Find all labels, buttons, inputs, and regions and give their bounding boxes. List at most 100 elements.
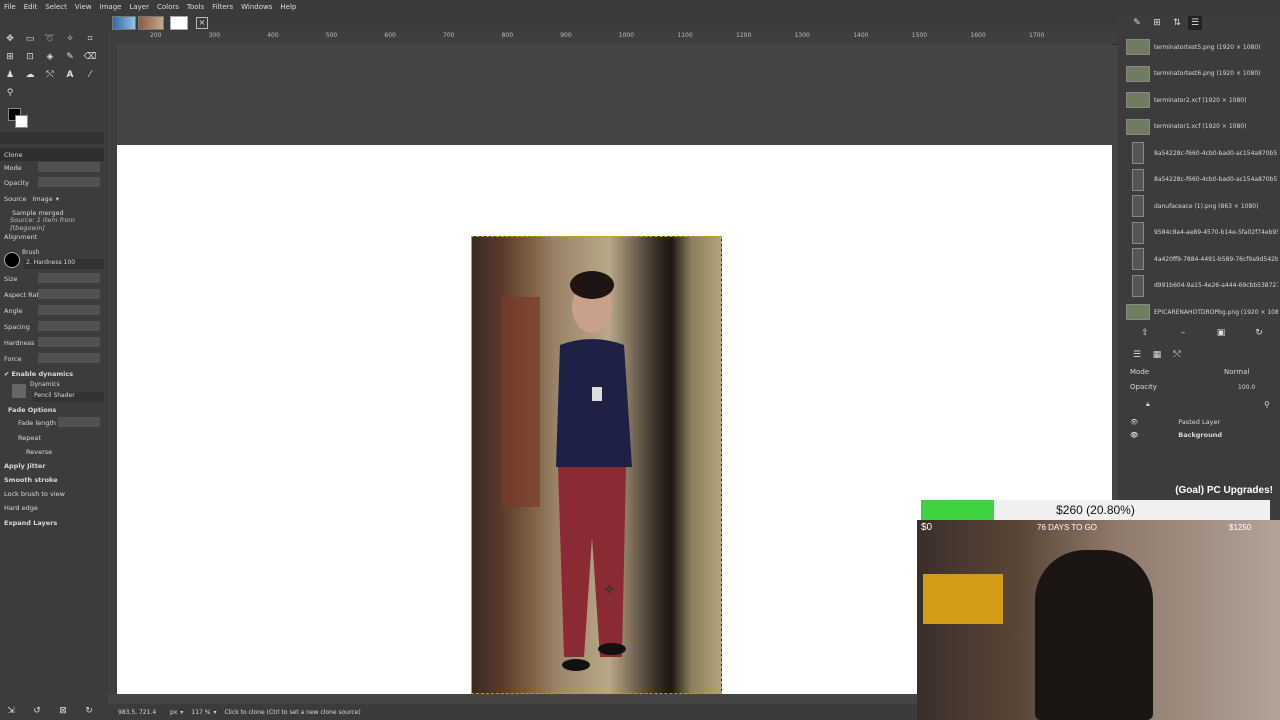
image-list-item[interactable]: danufaceace (1).png (863 × 1080) [1126,193,1278,219]
pattern-tab-icon[interactable]: ⊞ [1150,16,1164,30]
pasted-photo-layer[interactable] [471,236,722,694]
paths-tab-icon[interactable]: ⤲ [1170,348,1184,362]
aspect-row[interactable]: Aspect Ratio [0,288,104,301]
open-image-icon[interactable]: ⇧ [1138,326,1152,340]
clone-stamp-icon[interactable]: ♟ [3,68,17,82]
fade-length-row[interactable]: Fade length [14,416,104,429]
lasso-icon[interactable]: ➰ [43,32,57,46]
vertical-ruler[interactable] [108,44,117,694]
lock-brush-row[interactable]: Lock brush to view [0,487,104,500]
refresh-icon[interactable]: ↻ [1252,326,1266,340]
chevron-down-icon[interactable]: ▾ [177,709,191,716]
paths-icon[interactable]: ⤲ [43,68,57,82]
eye-icon[interactable]: 👁︎ [1130,418,1138,426]
bucket-fill-icon[interactable]: ◈ [43,50,57,64]
close-icon[interactable]: × [196,17,208,29]
image-list-item[interactable]: 9584c8a4-ae89-4570-b14e-5fa02f74eb95 [1126,220,1278,246]
search-icon[interactable]: ⚲ [1264,400,1270,409]
menu-item-filters[interactable]: Filters [208,3,237,11]
apply-jitter-row[interactable]: Apply Jitter [0,459,104,472]
warp-icon[interactable]: ⊡ [23,50,37,64]
image-list-item[interactable]: 8a54228c-f660-4cb0-bad0-ac154a870b5 [1126,140,1278,166]
channels-tab-icon[interactable]: ▦ [1150,348,1164,362]
eye-icon[interactable]: 👁︎ [1130,431,1138,439]
menu-item-image[interactable]: Image [96,3,126,11]
layer-row[interactable]: 👁︎ Pasted Layer [1130,416,1220,428]
create-display-icon[interactable]: ▣ [1214,326,1228,340]
hardness-slider[interactable] [38,337,100,347]
image-tab-thumb[interactable] [112,16,136,30]
image-tab-thumb[interactable] [138,16,164,30]
force-row[interactable]: Force [0,352,104,365]
image-list-item[interactable]: 4a420ff9-7884-4491-b589-76cf9a9d542b [1126,246,1278,272]
image-list-item[interactable]: terminatortest5.png (1920 × 1080) [1126,34,1278,60]
crop-icon[interactable]: ⌗ [83,32,97,46]
smudge-icon[interactable]: ☁ [23,68,37,82]
layer-name[interactable]: Background [1138,431,1222,439]
image-list-item[interactable]: terminator2.xcf (1920 × 1080) [1126,87,1278,113]
menu-item-help[interactable]: Help [276,3,300,11]
image-list-item[interactable]: terminator1.xcf (1920 × 1080) [1126,114,1278,140]
alignment-row[interactable]: Alignment [0,230,104,243]
text-tool-icon[interactable]: A [63,68,77,82]
smooth-stroke-checkbox[interactable]: Smooth stroke [0,476,58,484]
hardness-row[interactable]: Hardness [0,336,104,349]
size-slider[interactable] [38,273,100,283]
save-preset-icon[interactable]: ⇲ [4,704,18,718]
image-list-item[interactable]: EPICARENAHOTDROPbg.png (1920 × 1080 [1126,299,1278,325]
hard-edge-checkbox[interactable]: Hard edge [0,504,38,512]
fonts-tab-icon[interactable]: ⇅ [1170,16,1184,30]
mode-dropdown[interactable] [38,162,100,172]
size-row[interactable]: Size [0,272,104,285]
enable-dynamics-row[interactable]: ✔ Enable dynamics [0,367,104,380]
bg-color-swatch[interactable] [15,115,28,128]
unit-select[interactable]: px [168,709,177,716]
delete-preset-icon[interactable]: ⊠ [56,704,70,718]
color-picker-icon[interactable]: ⁄ [83,68,97,82]
hard-edge-row[interactable]: Hard edge [0,501,104,514]
expand-layers-row[interactable]: Expand Layers [0,516,104,529]
menu-item-tools[interactable]: Tools [183,3,208,11]
fade-length-slider[interactable] [58,417,100,427]
source-row[interactable]: Source Image ▾ [0,192,104,205]
image-list-item[interactable]: terminatortest6.png (1920 × 1080) [1126,61,1278,87]
lock-brush-checkbox[interactable]: Lock brush to view [0,490,65,498]
checkmark-icon[interactable]: ✔ [0,370,9,378]
repeat-row[interactable]: Repeat [14,431,118,444]
mode-row[interactable]: Mode [0,161,104,174]
brush-preview[interactable] [4,252,20,268]
opacity-slider[interactable] [38,177,100,187]
menu-item-layer[interactable]: Layer [125,3,153,11]
images-tab-icon[interactable]: ☰ [1188,16,1202,30]
layer-row[interactable]: 👁︎ Background [1130,429,1222,441]
chevron-down-icon[interactable]: ▾ [210,709,224,716]
reverse-checkbox[interactable]: Reverse [22,448,52,456]
chevron-down-icon[interactable]: ▾ [53,195,59,203]
spacing-row[interactable]: Spacing [0,320,104,333]
angle-slider[interactable] [38,305,100,315]
reset-icon[interactable]: ↻ [82,704,96,718]
image-list-item[interactable]: 8a54228c-f660-4cb0-bad0-ac154a870b57 [1126,167,1278,193]
fuzzy-select-icon[interactable]: ✧ [63,32,77,46]
angle-row[interactable]: Angle [0,304,104,317]
menu-item-edit[interactable]: Edit [20,3,42,11]
lock-icon[interactable]: 🔒︎ [1146,400,1150,409]
restore-preset-icon[interactable]: ↺ [30,704,44,718]
zoom-icon[interactable]: ⚲ [3,86,17,100]
force-slider[interactable] [38,353,100,363]
layer-opacity-value[interactable]: 100.0 [1238,384,1255,391]
dynamics-field[interactable]: Pencil Shader [32,392,104,402]
image-tab-active[interactable] [170,16,188,30]
layer-name[interactable]: Pasted Layer [1138,418,1220,426]
spacing-slider[interactable] [38,321,100,331]
image-list-item[interactable]: d991b604-9a15-4e26-a444-69cbb5387270 [1126,273,1278,299]
smooth-stroke-row[interactable]: Smooth stroke [0,473,104,486]
dynamics-icon[interactable] [12,384,26,398]
source-select[interactable]: Image [28,195,52,203]
zoom-select[interactable]: 117 % [191,709,210,716]
expand-layers-checkbox[interactable]: Expand Layers [0,519,57,527]
brush-name-field[interactable]: 2. Hardness 100 [24,259,104,269]
brush-tab-icon[interactable]: ✎ [1130,16,1144,30]
paintbrush-icon[interactable]: ✎ [63,50,77,64]
aspect-slider[interactable] [38,289,100,299]
